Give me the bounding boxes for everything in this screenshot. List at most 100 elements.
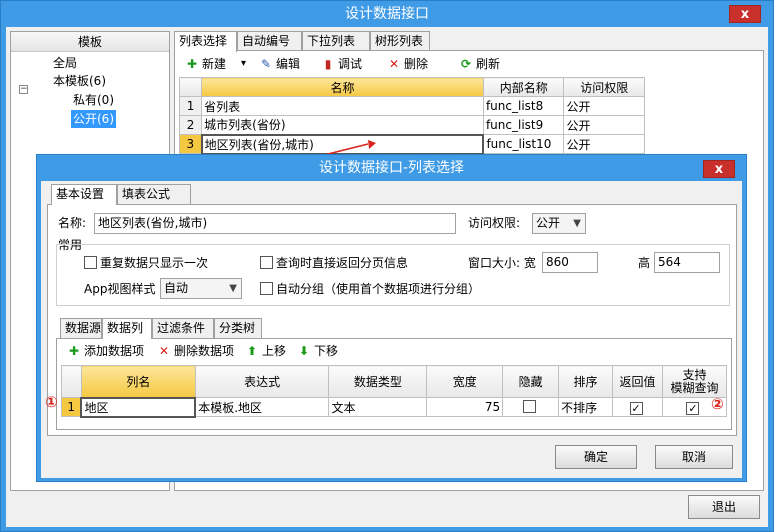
tab-fill-formula[interactable]: 填表公式 <box>117 184 191 204</box>
new-dropdown-button[interactable]: ▾ <box>241 55 246 73</box>
new-label: 新建 <box>202 57 227 71</box>
inner-dialog-body: 基本设置 填表公式 名称: 地区列表(省份,城市) 访问权限: 公开 ▼ 常用 重… <box>41 181 742 478</box>
cell-access[interactable]: 公开 <box>563 96 645 116</box>
col-header-width[interactable]: 宽度 <box>426 365 504 398</box>
cell-column-name[interactable]: 地区 <box>80 396 197 418</box>
ok-button[interactable]: 确定 <box>555 445 637 469</box>
delete-label: 删除 <box>404 57 429 71</box>
tab-dropdown-list[interactable]: 下拉列表 <box>302 31 370 51</box>
cell-expression[interactable]: 本模板.地区 <box>194 397 330 417</box>
cell-data-type[interactable]: 文本 <box>328 397 428 417</box>
tab-auto-number[interactable]: 自动编号 <box>237 31 302 51</box>
table-row[interactable]: 1 省列表 func_list8 公开 <box>178 96 645 116</box>
debug-button[interactable]: ▮ 调试 <box>321 55 362 73</box>
auto-group-checkbox[interactable]: 自动分组（使用首个数据项进行分组） <box>260 279 480 299</box>
tab-basic-settings[interactable]: 基本设置 <box>51 184 117 205</box>
col-header-sort[interactable]: 排序 <box>558 365 614 398</box>
data-columns-panel: ✚ 添加数据项 ✕ 删除数据项 ⬆ 上移 ⬇ 下移 列名 表达式 数据类型 宽度… <box>56 338 732 430</box>
row-number-header <box>61 365 82 398</box>
col-header-data-type[interactable]: 数据类型 <box>328 365 428 398</box>
tab-filter-conditions[interactable]: 过滤条件 <box>152 318 214 338</box>
checkbox-box <box>260 282 273 295</box>
row-number: 3 <box>178 134 203 154</box>
tree-item-this-template[interactable]: 本模板(6) <box>53 72 106 90</box>
window-width-input[interactable]: 860 <box>542 252 598 273</box>
table-row[interactable]: 1 地区 本模板.地区 文本 75 不排序 ✓ ✓ <box>61 396 728 418</box>
col-header-fuzzy-query[interactable]: 支持 模糊查询 <box>661 365 728 398</box>
move-down-button[interactable]: ⬇ 下移 <box>297 342 338 360</box>
tree-item-private[interactable]: 私有(0) <box>73 91 114 109</box>
cell-hidden[interactable] <box>502 397 560 417</box>
tab-tree-list[interactable]: 树形列表 <box>370 31 430 51</box>
tab-category-tree[interactable]: 分类树 <box>214 318 262 338</box>
outer-close-button[interactable]: x <box>729 5 761 23</box>
repeat-once-checkbox[interactable]: 重复数据只显示一次 <box>84 253 208 273</box>
window-size-label: 窗口大小: 宽 <box>468 256 536 270</box>
inner-close-button[interactable]: x <box>703 160 735 178</box>
refresh-label: 刷新 <box>476 57 501 71</box>
cell-access[interactable]: 公开 <box>563 134 645 154</box>
col-header-column-name[interactable]: 列名 <box>80 365 196 398</box>
grid-header-row: 列名 表达式 数据类型 宽度 隐藏 排序 返回值 支持 模糊查询 <box>61 365 728 398</box>
plus-icon: ✚ <box>68 344 80 358</box>
tree-item-global[interactable]: 全局 <box>53 54 77 72</box>
cell-name[interactable]: 省列表 <box>201 96 484 116</box>
tab-list-select[interactable]: 列表选择 <box>174 31 237 52</box>
cell-name[interactable]: 城市列表(省份) <box>201 115 484 135</box>
basic-settings-panel: 名称: 地区列表(省份,城市) 访问权限: 公开 ▼ 常用 重复数据只显示一次 查… <box>47 204 737 436</box>
cell-access[interactable]: 公开 <box>563 115 645 135</box>
chevron-down-icon: ▼ <box>229 283 237 294</box>
exit-button[interactable]: 退出 <box>688 495 760 519</box>
new-button[interactable]: ✚ 新建 <box>185 55 226 73</box>
move-up-label: 上移 <box>262 344 287 358</box>
height-label: 高 <box>638 256 651 270</box>
hidden-checkbox[interactable] <box>522 400 536 413</box>
col-header-name[interactable]: 名称 <box>201 77 484 97</box>
add-item-button[interactable]: ✚ 添加数据项 <box>67 342 144 360</box>
data-columns-grid: 列名 表达式 数据类型 宽度 隐藏 排序 返回值 支持 模糊查询 1 地区 本模… <box>61 365 728 418</box>
edit-button[interactable]: ✎ 编辑 <box>259 55 300 73</box>
access-label: 访问权限: <box>468 216 521 230</box>
col-header-access[interactable]: 访问权限 <box>563 77 645 97</box>
col-header-return-value[interactable]: 返回值 <box>612 365 663 398</box>
delete-icon: ✕ <box>388 57 400 71</box>
arrow-up-icon: ⬆ <box>246 344 258 358</box>
name-input[interactable]: 地区列表(省份,城市) <box>94 213 456 234</box>
inner-dialog: 设计数据接口-列表选择 x 基本设置 填表公式 名称: 地区列表(省份,城市) … <box>36 154 747 482</box>
cell-return-value[interactable]: ✓ <box>612 397 663 417</box>
tree-item-public[interactable]: 公开(6) <box>71 110 116 128</box>
fuzzy-query-line2: 模糊查询 <box>670 380 719 395</box>
plus-icon: ✚ <box>186 57 198 71</box>
collapse-icon[interactable]: − <box>19 85 28 94</box>
delete-item-button[interactable]: ✕ 删除数据项 <box>157 342 234 360</box>
col-header-expression[interactable]: 表达式 <box>194 365 330 398</box>
paging-info-checkbox[interactable]: 查询时直接返回分页信息 <box>260 253 408 273</box>
checkbox-box <box>260 256 273 269</box>
tab-data-source[interactable]: 数据源 <box>60 318 102 338</box>
col-header-internal-name[interactable]: 内部名称 <box>482 77 565 97</box>
row-number: 1 <box>178 96 203 116</box>
cell-sort[interactable]: 不排序 <box>558 397 614 417</box>
app-view-select[interactable]: 自动 ▼ <box>160 278 242 299</box>
table-row[interactable]: 2 城市列表(省份) func_list9 公开 <box>178 115 645 135</box>
cell-internal-name[interactable]: func_list8 <box>482 96 565 116</box>
table-row-selected[interactable]: 3 地区列表(省份,城市) func_list10 公开 <box>178 133 645 155</box>
cell-internal-name[interactable]: func_list9 <box>482 115 565 135</box>
app-view-label: App视图样式 <box>84 282 156 296</box>
move-up-button[interactable]: ⬆ 上移 <box>245 342 286 360</box>
delete-button[interactable]: ✕ 删除 <box>387 55 428 73</box>
access-select[interactable]: 公开 ▼ <box>532 213 586 234</box>
col-header-hidden[interactable]: 隐藏 <box>502 365 560 398</box>
fuzzy-query-checkbox[interactable]: ✓ <box>686 402 700 415</box>
paging-info-label: 查询时直接返回分页信息 <box>276 256 409 270</box>
checkbox-box <box>84 256 97 269</box>
refresh-button[interactable]: ⟳ 刷新 <box>459 55 500 73</box>
marker-one: ① <box>45 393 58 411</box>
cancel-button[interactable]: 取消 <box>655 445 733 469</box>
tab-data-columns[interactable]: 数据列 <box>102 318 152 339</box>
arrow-down-icon: ⬇ <box>298 344 310 358</box>
cell-width[interactable]: 75 <box>426 397 504 417</box>
window-height-input[interactable]: 564 <box>654 252 720 273</box>
return-value-checkbox[interactable]: ✓ <box>629 402 643 415</box>
cell-internal-name[interactable]: func_list10 <box>482 134 565 154</box>
